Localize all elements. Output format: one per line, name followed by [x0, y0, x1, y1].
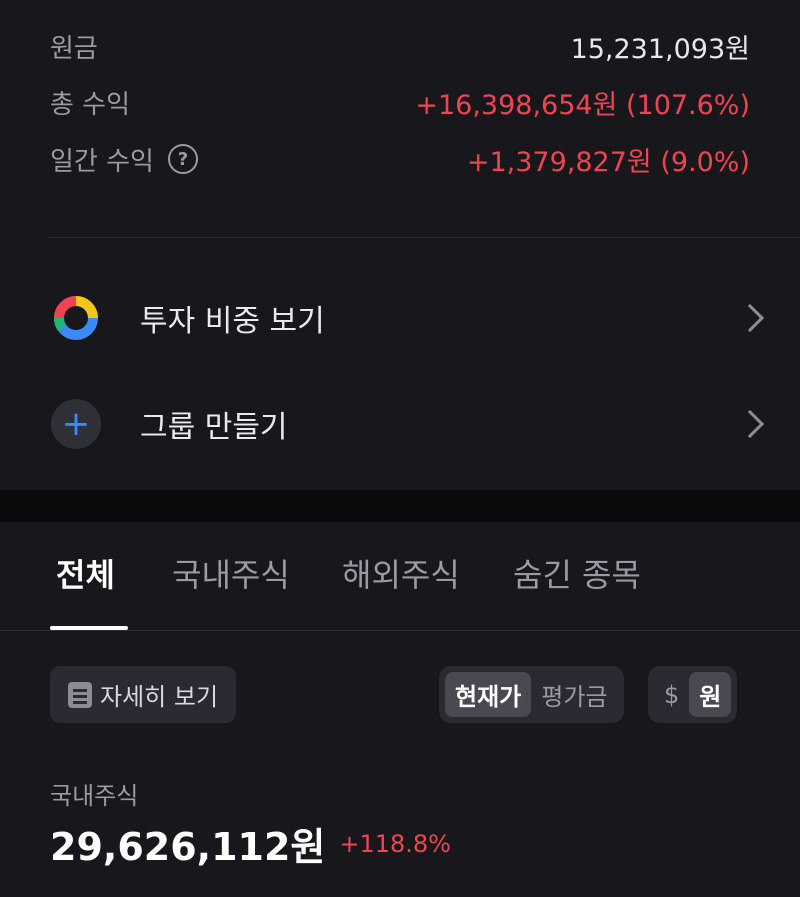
- donut-chart-icon: [50, 292, 102, 344]
- daily-profit-label: 일간 수익: [50, 146, 154, 177]
- investment-weight-item[interactable]: 투자 비중 보기: [50, 288, 765, 348]
- principal-label: 원금: [50, 33, 98, 64]
- total-profit-value: +16,398,654원 (107.6%): [415, 89, 750, 121]
- principal-row: 원금 15,231,093원: [50, 26, 750, 66]
- divider: [50, 237, 800, 238]
- controls-bar: 자세히 보기 현재가 평가금 $ 원: [50, 666, 750, 724]
- investment-weight-label: 투자 비중 보기: [140, 304, 325, 339]
- total-profit-label: 총 수익: [50, 89, 131, 120]
- currency-won[interactable]: 원: [689, 672, 732, 717]
- create-group-label: 그룹 만들기: [140, 410, 288, 445]
- daily-profit-row: 일간 수익 ? +1,379,827원 (9.0%): [50, 139, 750, 179]
- asset-value-row: 29,626,112원 +118.8%: [50, 816, 451, 871]
- price-mode-valuation[interactable]: 평가금: [531, 672, 617, 717]
- list-icon: [68, 681, 92, 708]
- plus-circle-icon: +: [51, 399, 101, 449]
- tab-hidden[interactable]: 숨긴 종목: [513, 550, 641, 596]
- plus-circle-icon-wrap: +: [50, 398, 102, 450]
- daily-profit-label-group: 일간 수익 ?: [50, 141, 198, 178]
- principal-value: 15,231,093원: [570, 33, 750, 65]
- summary-section: 원금 15,231,093원 총 수익 +16,398,654원 (107.6%…: [0, 0, 800, 238]
- daily-profit-value: +1,379,827원 (9.0%): [466, 146, 750, 178]
- chevron-right-icon: [735, 303, 765, 333]
- tab-domestic[interactable]: 국내주식: [172, 550, 290, 596]
- price-mode-toggle: 현재가 평가금: [439, 666, 624, 723]
- asset-tabs: 전체 국내주식 해외주식 숨긴 종목: [0, 522, 800, 631]
- currency-toggle: $ 원: [648, 666, 738, 723]
- tab-all[interactable]: 전체: [56, 550, 115, 596]
- currency-dollar[interactable]: $: [654, 672, 689, 717]
- chevron-right-icon: [735, 409, 765, 439]
- asset-total-value: 29,626,112원: [50, 825, 326, 869]
- asset-change-percent: +118.8%: [339, 829, 451, 858]
- total-profit-row: 총 수익 +16,398,654원 (107.6%): [50, 82, 750, 122]
- section-separator: [0, 490, 800, 522]
- asset-category-label: 국내주식: [50, 782, 139, 810]
- tab-overseas[interactable]: 해외주식: [342, 550, 460, 596]
- price-mode-current[interactable]: 현재가: [445, 672, 532, 717]
- question-circle-icon[interactable]: ?: [167, 144, 198, 174]
- view-details-button[interactable]: 자세히 보기: [50, 666, 237, 723]
- view-details-label: 자세히 보기: [100, 683, 219, 711]
- active-tab-indicator: [50, 626, 128, 630]
- create-group-item[interactable]: + 그룹 만들기: [50, 394, 765, 454]
